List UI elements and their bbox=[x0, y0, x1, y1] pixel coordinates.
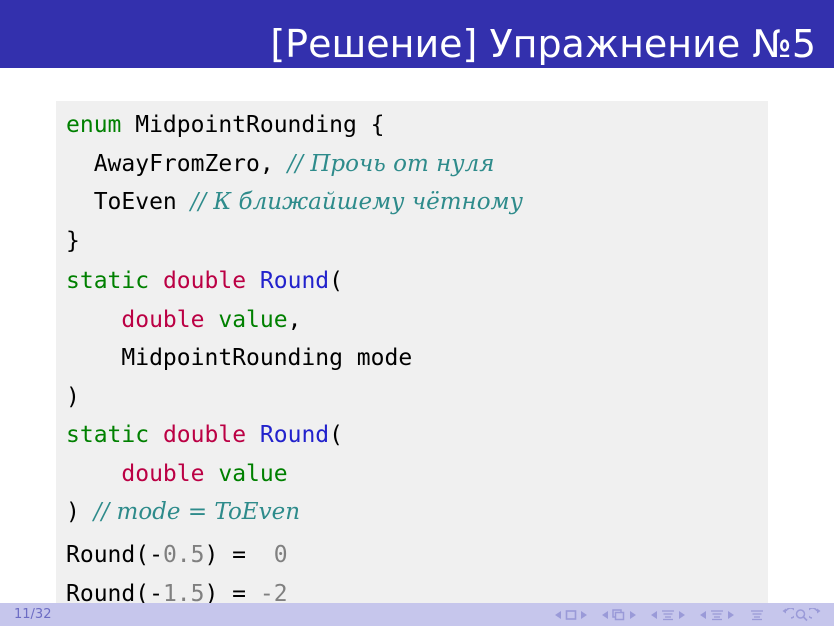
next-slide-arrow[interactable] bbox=[579, 609, 588, 621]
nav-group-slide[interactable] bbox=[554, 608, 588, 622]
code-token-plain: ToEven bbox=[66, 189, 191, 215]
code-token-function: Round bbox=[259, 268, 330, 294]
code-line: MidpointRounding mode bbox=[66, 339, 768, 378]
code-token-function: Round bbox=[259, 422, 330, 448]
slide-footer: 11/32 bbox=[0, 603, 834, 626]
code-token-number: 0 bbox=[273, 542, 288, 568]
nav-group-section[interactable] bbox=[699, 608, 735, 622]
prev-frame-arrow[interactable] bbox=[601, 609, 610, 621]
code-token-plain: ( bbox=[329, 268, 344, 294]
code-block-signature: static double Round( double value, Midpo… bbox=[56, 257, 768, 536]
presentation-icon[interactable] bbox=[748, 608, 766, 622]
code-line: Round(-0.5) = 0 bbox=[66, 536, 768, 575]
code-token-plain: } bbox=[66, 227, 80, 254]
code-token-type: double bbox=[121, 306, 205, 333]
prev-slide-arrow[interactable] bbox=[554, 609, 563, 621]
code-token-type: double bbox=[121, 460, 205, 487]
code-line: static double Round( bbox=[66, 262, 768, 301]
code-line: double value, bbox=[66, 301, 768, 340]
code-token-plain: ) bbox=[66, 499, 94, 525]
code-token-type: double bbox=[162, 268, 247, 294]
frame-icon[interactable] bbox=[610, 608, 628, 622]
code-token-plain: MidpointRounding { bbox=[121, 112, 385, 138]
back-icon[interactable] bbox=[779, 608, 794, 622]
code-block-enum: enum MidpointRounding { AwayFromZero, //… bbox=[56, 101, 768, 264]
code-line: enum MidpointRounding { bbox=[66, 106, 768, 145]
beamer-navigation-symbols[interactable] bbox=[554, 606, 824, 624]
code-line: ToEven // К ближайшему чётному bbox=[66, 183, 768, 222]
code-line: double value bbox=[66, 455, 768, 494]
slide-title-bar: [Решение] Упражнение №5 bbox=[0, 0, 834, 68]
code-token-plain: AwayFromZero, bbox=[66, 150, 288, 177]
code-token-plain: ) = bbox=[204, 542, 274, 568]
code-token-comment: // mode = ToEven bbox=[93, 499, 301, 525]
code-token-comment: // К ближайшему чётному bbox=[190, 189, 523, 215]
next-subsection-arrow[interactable] bbox=[677, 609, 686, 621]
code-token-keyword: static bbox=[66, 422, 150, 448]
code-token-plain: ) bbox=[66, 383, 80, 410]
forward-icon[interactable] bbox=[809, 608, 824, 622]
slide-icon[interactable] bbox=[563, 608, 579, 622]
code-token-keyword: enum bbox=[66, 112, 122, 138]
section-icon[interactable] bbox=[708, 608, 726, 622]
page-number: 11/32 bbox=[14, 607, 52, 622]
code-token-keyword: static bbox=[66, 268, 150, 294]
subsection-icon[interactable] bbox=[659, 608, 677, 622]
code-token-number: 0.5 bbox=[162, 542, 205, 568]
code-line: static double Round( bbox=[66, 416, 768, 455]
code-token-plain: , bbox=[287, 306, 302, 333]
code-token-keyword: value bbox=[218, 460, 288, 487]
search-icon[interactable] bbox=[794, 608, 809, 622]
next-section-arrow[interactable] bbox=[726, 609, 735, 621]
code-token-type: double bbox=[162, 422, 247, 448]
nav-group-subsection[interactable] bbox=[650, 608, 686, 622]
code-line: ) // mode = ToEven bbox=[66, 493, 768, 532]
prev-section-arrow[interactable] bbox=[699, 609, 708, 621]
prev-subsection-arrow[interactable] bbox=[650, 609, 659, 621]
page-title: [Решение] Упражнение №5 bbox=[270, 22, 816, 66]
code-token-plain: Round(- bbox=[66, 542, 163, 568]
code-line: ) bbox=[66, 378, 768, 417]
nav-group-frame[interactable] bbox=[601, 608, 637, 622]
code-line: AwayFromZero, // Прочь от нуля bbox=[66, 145, 768, 184]
code-token-comment: // Прочь от нуля bbox=[287, 150, 495, 177]
code-token-plain: MidpointRounding mode bbox=[66, 345, 413, 371]
next-frame-arrow[interactable] bbox=[628, 609, 637, 621]
slide-content: enum MidpointRounding { AwayFromZero, //… bbox=[0, 68, 834, 617]
code-line: } bbox=[66, 222, 768, 261]
code-token-keyword: value bbox=[218, 306, 288, 333]
code-token-plain: ( bbox=[329, 422, 344, 448]
